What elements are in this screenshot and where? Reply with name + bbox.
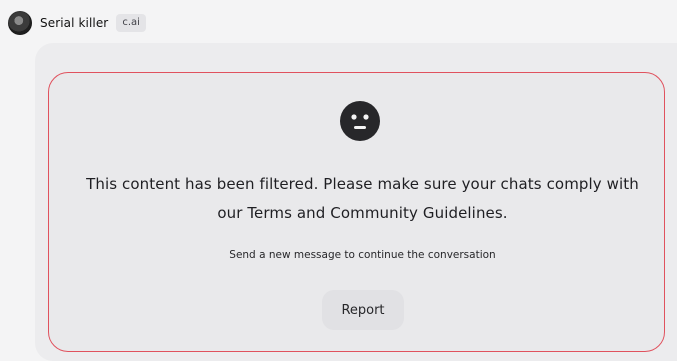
neutral-face-icon <box>340 101 380 141</box>
cai-badge: c.ai <box>116 14 146 32</box>
continue-hint: Send a new message to continue the conve… <box>229 249 496 261</box>
character-name[interactable]: Serial killer <box>40 16 108 30</box>
report-button[interactable]: Report <box>322 290 404 330</box>
chat-header: Serial killer c.ai <box>8 10 146 36</box>
filtered-message: This content has been filtered. Please m… <box>86 175 639 222</box>
character-avatar[interactable] <box>8 11 32 35</box>
